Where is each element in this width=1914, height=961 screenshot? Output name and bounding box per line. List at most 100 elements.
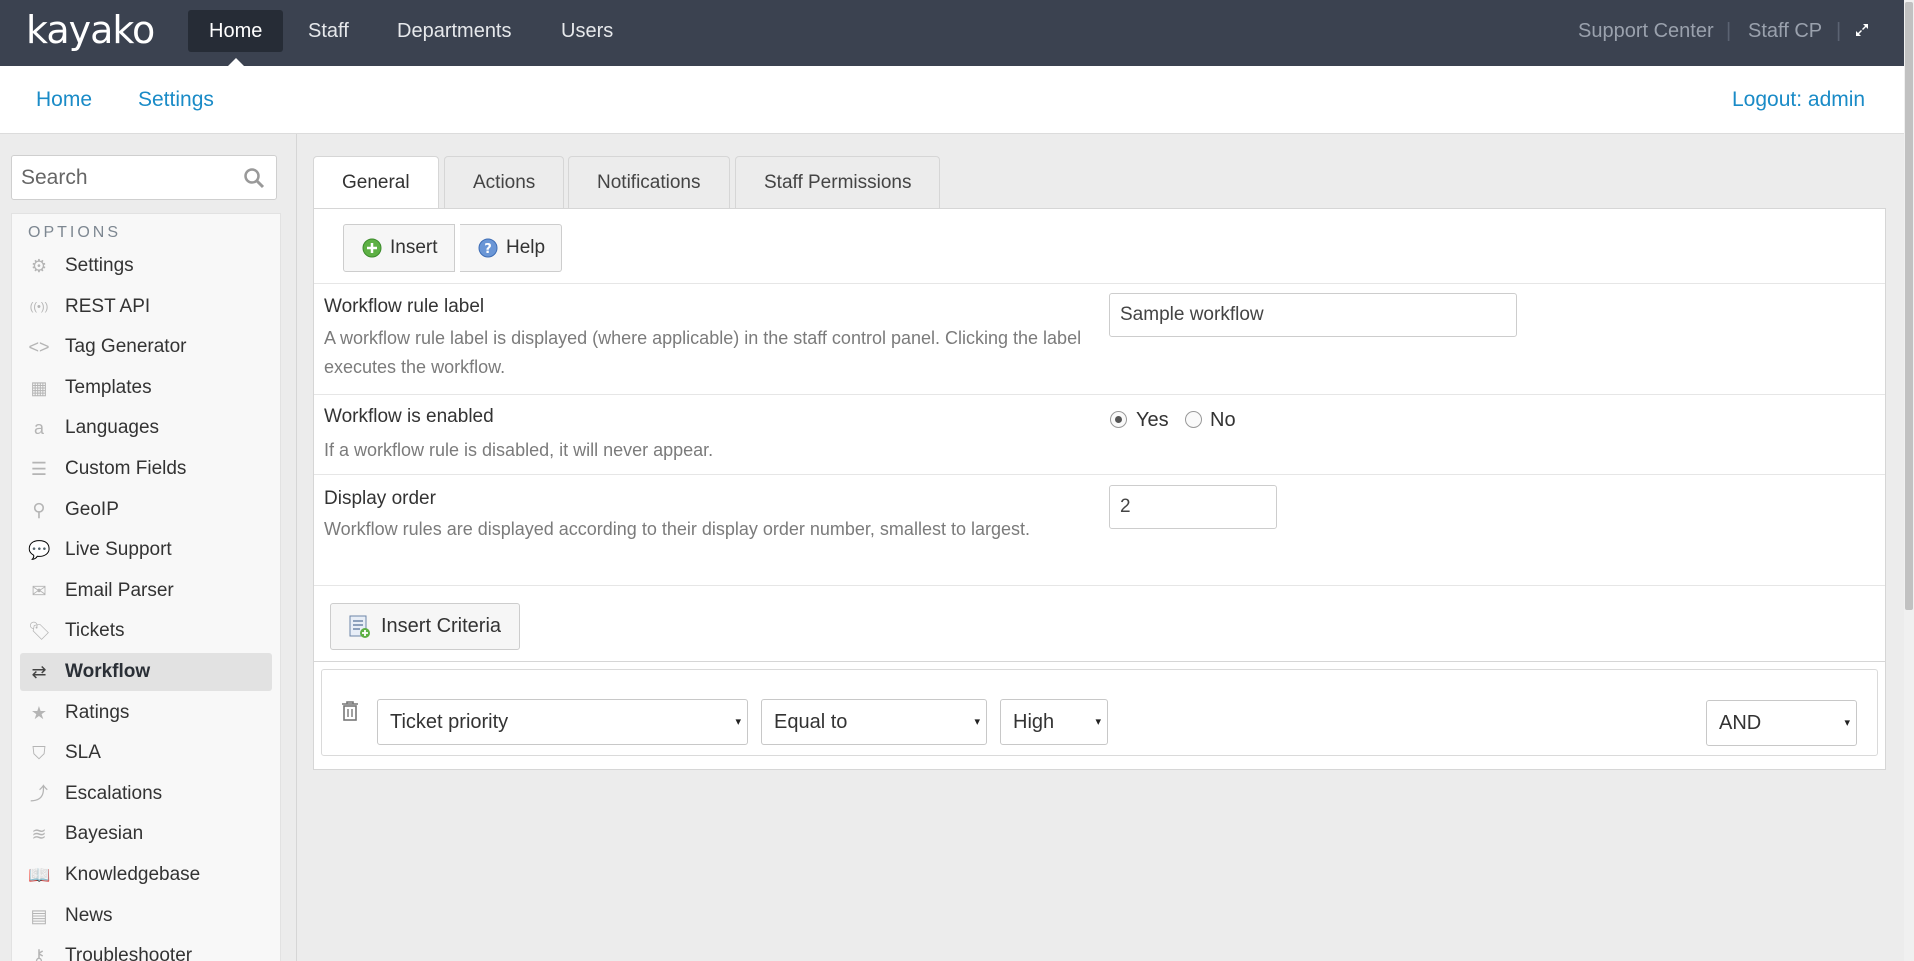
sidebar-item-tickets[interactable]: 🏷 Tickets: [20, 612, 272, 650]
sidebar-item-escalations[interactable]: ⤴ Escalations: [20, 775, 272, 813]
sidebar-item-ratings[interactable]: ★ Ratings: [20, 694, 272, 732]
divider: [314, 474, 1885, 475]
general-panel: Insert ? Help Workflow rule label A work…: [313, 208, 1886, 770]
add-criteria-icon: [349, 615, 370, 638]
tab-staff-permissions[interactable]: Staff Permissions: [735, 156, 941, 208]
sidebar-item-rest-api[interactable]: ((•)) REST API: [20, 288, 272, 326]
sidebar-item-label: Live Support: [65, 539, 172, 561]
rule-label-input[interactable]: Sample workflow: [1109, 293, 1517, 337]
search-icon[interactable]: [243, 167, 265, 189]
sidebar-item-bayesian[interactable]: ≋ Bayesian: [20, 815, 272, 853]
criteria-row: Ticket priority ▾ Equal to ▾ High ▾ AND …: [321, 669, 1878, 756]
sidebar-item-settings[interactable]: ⚙ Settings: [20, 247, 272, 285]
sidebar-item-live-support[interactable]: 💬 Live Support: [20, 531, 272, 569]
active-nav-caret: [228, 58, 244, 66]
page-scrollbar[interactable]: [1904, 0, 1914, 961]
sidebar-item-label: SLA: [65, 742, 101, 764]
sidebar-item-label: Troubleshooter: [65, 945, 193, 961]
sidebar-item-label: Custom Fields: [65, 458, 187, 479]
options-heading: OPTIONS: [28, 224, 122, 241]
criteria-field-select[interactable]: Ticket priority ▾: [377, 699, 748, 745]
sidebar-item-troubleshooter[interactable]: ⚷ Troubleshooter: [20, 937, 272, 961]
enabled-yes-label[interactable]: Yes: [1136, 409, 1169, 432]
insert-criteria-label: Insert Criteria: [381, 615, 502, 637]
display-order-input[interactable]: 2: [1109, 485, 1277, 529]
nav-staff[interactable]: Staff: [287, 10, 370, 52]
top-navbar: kayako Home Staff Departments Users Supp…: [0, 0, 1904, 66]
criteria-operator-value: Equal to: [774, 711, 848, 733]
plus-circle-icon: [362, 238, 382, 258]
rule-label-description: A workflow rule label is displayed (wher…: [324, 328, 1082, 377]
external-link-icon[interactable]: [1854, 22, 1872, 42]
newspaper-icon: ▤: [30, 905, 48, 926]
help-button[interactable]: ? Help: [460, 224, 563, 272]
staff-cp-link[interactable]: Staff CP: [1748, 20, 1822, 43]
secondary-navbar: Home Settings Logout: admin: [0, 66, 1904, 134]
display-order-description: Workflow rules are displayed according t…: [324, 519, 1030, 539]
sidebar-item-knowledgebase[interactable]: 📖 Knowledgebase: [20, 856, 272, 894]
criteria-operator-select[interactable]: Equal to ▾: [761, 699, 987, 745]
sidebar-item-sla[interactable]: ⛉ SLA: [20, 734, 272, 772]
breadcrumb-home[interactable]: Home: [36, 88, 92, 112]
tab-notifications[interactable]: Notifications: [568, 156, 730, 208]
map-pin-icon: ⚲: [32, 499, 46, 520]
support-center-link[interactable]: Support Center: [1578, 20, 1714, 43]
language-icon: a: [33, 418, 44, 439]
nav-home[interactable]: Home: [188, 10, 284, 52]
criteria-join-select[interactable]: AND ▾: [1706, 700, 1857, 746]
chat-icon: 💬: [28, 540, 51, 561]
sidebar-item-label: Knowledgebase: [65, 864, 201, 885]
chevron-down-icon: ▾: [1844, 717, 1850, 729]
chevron-down-icon: ▾: [1095, 716, 1101, 728]
help-icon: ?: [478, 238, 498, 258]
insert-label: Insert: [390, 237, 438, 258]
sidebar-item-tag-generator[interactable]: <> Tag Generator: [20, 328, 272, 366]
enabled-yes-radio[interactable]: [1110, 411, 1127, 428]
trash-icon[interactable]: [340, 700, 360, 722]
sidebar-item-email-parser[interactable]: ✉ Email Parser: [20, 572, 272, 610]
sidebar-item-custom-fields[interactable]: ☰ Custom Fields: [20, 450, 272, 488]
escalation-icon: ⤴: [30, 783, 48, 804]
search-input[interactable]: [21, 164, 231, 192]
enabled-description: If a workflow rule is disabled, it will …: [324, 440, 714, 460]
divider: [314, 283, 1885, 284]
gear-icon: ⚙: [30, 256, 48, 276]
sidebar-item-geoip[interactable]: ⚲ GeoIP: [20, 491, 272, 529]
enabled-no-radio[interactable]: [1185, 411, 1202, 428]
nav-users[interactable]: Users: [540, 10, 634, 52]
troubleshooter-icon: ⚷: [32, 946, 46, 961]
nav-departments[interactable]: Departments: [376, 10, 533, 52]
insert-criteria-button[interactable]: Insert Criteria: [330, 603, 521, 650]
display-order-title: Display order: [324, 488, 436, 509]
enabled-no-label[interactable]: No: [1210, 409, 1236, 432]
breadcrumb-settings[interactable]: Settings: [138, 88, 214, 112]
criteria-value-value: High: [1013, 711, 1055, 733]
sidebar-item-label: Settings: [65, 255, 134, 276]
code-icon: <>: [28, 337, 50, 358]
logout-link[interactable]: Logout: admin: [1732, 88, 1865, 112]
insert-button[interactable]: Insert: [343, 224, 455, 272]
envelope-icon: ✉: [31, 580, 47, 601]
criteria-field-value: Ticket priority: [390, 711, 509, 733]
sidebar-item-news[interactable]: ▤ News: [20, 897, 272, 935]
sidebar-item-languages[interactable]: a Languages: [20, 409, 272, 447]
chevron-down-icon: ▾: [735, 716, 741, 728]
list-icon: ☰: [30, 459, 48, 479]
chevron-down-icon: ▾: [974, 716, 980, 728]
ticket-icon: 🏷: [28, 621, 51, 642]
sidebar-item-label: REST API: [65, 295, 151, 317]
sidebar-item-label: Tag Generator: [65, 336, 187, 358]
options-panel: OPTIONS ⚙ Settings ((•)) REST API <> Tag Gene…: [11, 213, 281, 961]
help-label: Help: [506, 237, 546, 258]
divider: [314, 585, 1885, 586]
scrollbar-thumb[interactable]: [1905, 2, 1913, 610]
criteria-value-select[interactable]: High ▾: [1000, 699, 1108, 745]
svg-text:?: ?: [484, 242, 492, 257]
top-separator: |: [1836, 20, 1842, 42]
search-box: [11, 155, 277, 200]
sidebar-item-templates[interactable]: ▦ Templates: [20, 369, 272, 407]
kayako-logo[interactable]: kayako: [26, 8, 155, 52]
tab-actions[interactable]: Actions: [444, 156, 565, 208]
sidebar-item-workflow[interactable]: ⇄ Workflow: [20, 653, 272, 691]
tab-general[interactable]: General: [313, 156, 439, 209]
